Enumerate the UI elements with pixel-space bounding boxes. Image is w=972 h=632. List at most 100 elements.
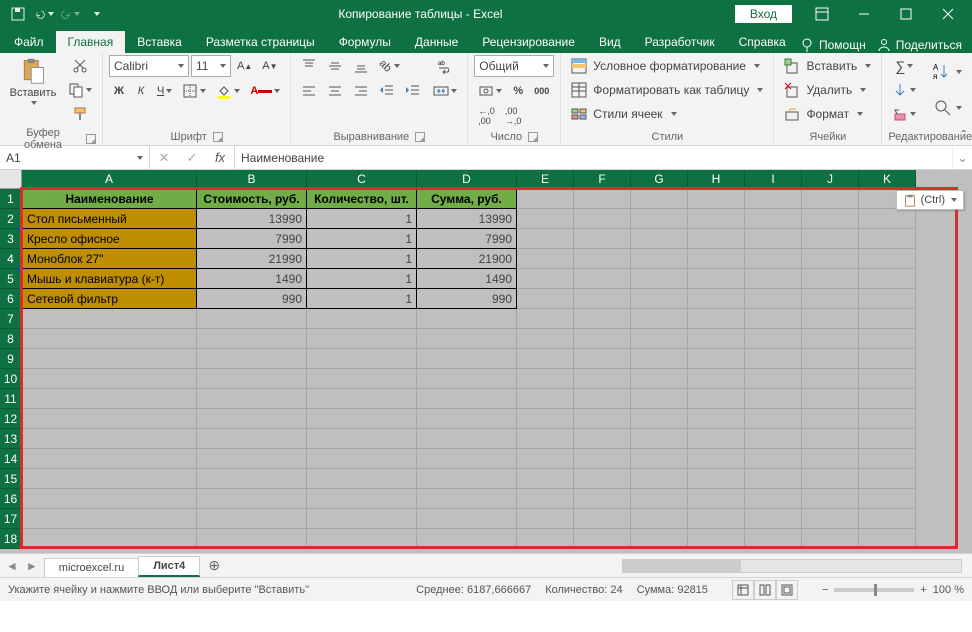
number-launcher-icon[interactable] [528, 132, 538, 142]
tab-formulas[interactable]: Формулы [327, 31, 403, 53]
cell[interactable] [197, 469, 307, 489]
cell[interactable] [802, 189, 859, 209]
tab-view[interactable]: Вид [587, 31, 633, 53]
cell[interactable] [517, 449, 574, 469]
cell[interactable] [631, 189, 688, 209]
paste-options-button[interactable]: (Ctrl) [896, 190, 964, 210]
cell-styles-button[interactable]: Стили ячеек [567, 103, 680, 125]
tab-page-layout[interactable]: Разметка страницы [194, 31, 327, 53]
cell[interactable] [574, 489, 631, 509]
cell[interactable] [22, 529, 197, 549]
cell[interactable] [574, 449, 631, 469]
column-header[interactable]: G [631, 170, 688, 189]
save-icon[interactable] [8, 4, 28, 24]
close-icon[interactable] [928, 0, 968, 28]
column-header[interactable]: D [417, 170, 517, 189]
maximize-icon[interactable] [886, 0, 926, 28]
cell[interactable] [631, 329, 688, 349]
row-header[interactable]: 10 [0, 369, 22, 389]
cell[interactable] [574, 189, 631, 209]
collapse-ribbon-icon[interactable]: ˆ [961, 127, 966, 143]
cell[interactable] [745, 469, 802, 489]
cell[interactable] [859, 529, 916, 549]
cell[interactable] [307, 389, 417, 409]
wrap-text-icon[interactable]: ab [429, 55, 461, 77]
cell[interactable] [197, 329, 307, 349]
cell[interactable] [307, 449, 417, 469]
decrease-indent-icon[interactable] [375, 80, 399, 102]
cell[interactable] [574, 409, 631, 429]
cell[interactable]: Сумма, руб. [417, 189, 517, 209]
align-right-icon[interactable] [349, 80, 373, 102]
formula-input[interactable]: Наименование [235, 146, 952, 169]
undo-icon[interactable] [34, 4, 54, 24]
cell[interactable] [688, 389, 745, 409]
insert-function-icon[interactable]: fx [206, 146, 234, 169]
cell[interactable] [197, 529, 307, 549]
cell[interactable] [802, 429, 859, 449]
cell[interactable] [631, 229, 688, 249]
cell[interactable] [859, 469, 916, 489]
cell[interactable] [859, 409, 916, 429]
cell[interactable] [631, 509, 688, 529]
cell[interactable] [574, 349, 631, 369]
share-button[interactable]: Поделиться [876, 37, 962, 53]
format-painter-icon[interactable] [64, 103, 96, 125]
cell[interactable] [307, 309, 417, 329]
row-header[interactable]: 17 [0, 509, 22, 529]
sheet-tab-1[interactable]: microexcel.ru [44, 558, 139, 577]
cell[interactable] [688, 329, 745, 349]
cell[interactable] [745, 269, 802, 289]
column-header[interactable]: F [574, 170, 631, 189]
cell[interactable] [745, 249, 802, 269]
cell[interactable]: Мышь и клавиатура (к-т) [22, 269, 197, 289]
delete-cells-button[interactable]: Удалить [780, 79, 870, 101]
cell[interactable] [745, 489, 802, 509]
cell[interactable] [197, 409, 307, 429]
cell[interactable] [631, 369, 688, 389]
cell[interactable] [517, 329, 574, 349]
cell[interactable] [574, 329, 631, 349]
find-select-icon[interactable] [928, 91, 966, 125]
cell[interactable] [417, 529, 517, 549]
cell[interactable] [802, 269, 859, 289]
cell[interactable] [517, 409, 574, 429]
cell[interactable] [574, 289, 631, 309]
column-header[interactable]: B [197, 170, 307, 189]
bold-button[interactable]: Ж [109, 80, 129, 102]
cell[interactable] [859, 349, 916, 369]
cell[interactable] [631, 389, 688, 409]
cell[interactable] [197, 429, 307, 449]
cell[interactable] [631, 449, 688, 469]
row-header[interactable]: 6 [0, 289, 22, 309]
underline-button[interactable]: Ч [153, 80, 176, 102]
cell[interactable]: 1 [307, 209, 417, 229]
cell[interactable] [688, 309, 745, 329]
cell[interactable]: Моноблок 27" [22, 249, 197, 269]
cell[interactable] [417, 349, 517, 369]
cell[interactable]: 1 [307, 229, 417, 249]
cell[interactable] [688, 429, 745, 449]
cell[interactable] [417, 369, 517, 389]
cell[interactable] [859, 369, 916, 389]
cell[interactable] [307, 429, 417, 449]
row-header[interactable]: 15 [0, 469, 22, 489]
align-bottom-icon[interactable] [349, 55, 373, 77]
cell[interactable] [859, 329, 916, 349]
cell[interactable]: Наименование [22, 189, 197, 209]
increase-font-icon[interactable]: A▲ [233, 55, 256, 77]
cell[interactable] [197, 369, 307, 389]
cell[interactable] [802, 209, 859, 229]
tab-developer[interactable]: Разработчик [633, 31, 727, 53]
paste-button[interactable]: Вставить [6, 55, 60, 107]
cell[interactable] [517, 469, 574, 489]
cell[interactable] [197, 489, 307, 509]
cell[interactable] [745, 429, 802, 449]
cell[interactable] [307, 349, 417, 369]
cell[interactable] [745, 189, 802, 209]
cell[interactable] [859, 429, 916, 449]
cell[interactable] [859, 209, 916, 229]
cell[interactable] [22, 409, 197, 429]
cell[interactable] [517, 429, 574, 449]
cell[interactable]: 7990 [417, 229, 517, 249]
